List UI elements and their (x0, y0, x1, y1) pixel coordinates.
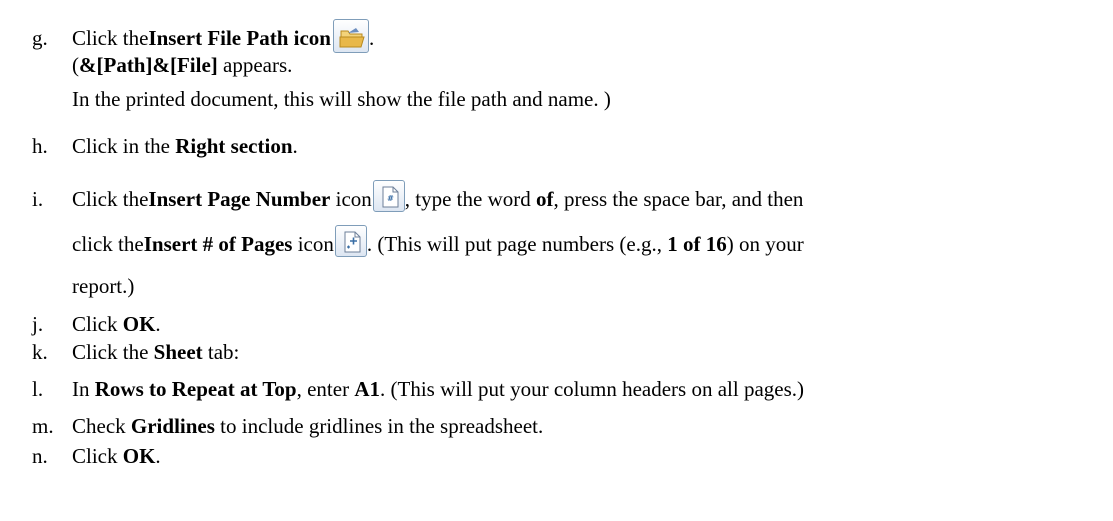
step-k-text: Click the Sheet tab: (72, 340, 240, 364)
step-h: h. Click in the Right section. (0, 134, 1113, 164)
step-l: l. In Rows to Repeat at Top, enter A1. (… (0, 377, 1113, 407)
step-g-line-3: In the printed document, this will show … (72, 87, 611, 111)
insert-file-path-icon (332, 19, 369, 53)
insert-page-number-icon: # (372, 180, 405, 212)
step-m: m. Check Gridlines to include gridlines … (0, 414, 1113, 444)
step-l-text: In Rows to Repeat at Top, enter A1. (Thi… (72, 377, 805, 401)
step-letter: i. (32, 187, 44, 211)
step-h-text: Click in the Right section. (72, 134, 298, 158)
step-letter: n. (32, 444, 48, 468)
step-i-line-3: report.) (72, 274, 135, 298)
step-letter: l. (32, 377, 44, 401)
step-g-line-2: (&[Path]&[File] appears. (72, 53, 293, 77)
step-i-line-1: Click the Insert Page Number icon # , ty… (72, 166, 803, 212)
step-g-line-1: Click the Insert File Path icon . (72, 8, 374, 53)
step-g: g. Click the Insert File Path icon . (&[… (0, 8, 1113, 118)
step-j: j. Click OK. (0, 312, 1113, 342)
step-letter: j. (32, 312, 44, 336)
step-m-text: Check Gridlines to include gridlines in … (72, 414, 544, 438)
step-i: i. Click the Insert Page Number icon # ,… (0, 162, 1113, 312)
step-j-text: Click OK. (72, 312, 161, 336)
step-i-line-2: click the Insert # of Pages icon . (This… (72, 215, 804, 257)
step-letter: k. (32, 340, 48, 364)
step-k: k. Click the Sheet tab: (0, 340, 1113, 370)
svg-text:#: # (387, 194, 394, 203)
step-n: n. Click OK. (0, 444, 1113, 474)
step-n-text: Click OK. (72, 444, 161, 468)
step-letter: h. (32, 134, 48, 158)
step-letter: g. (32, 26, 48, 50)
insert-number-of-pages-icon (334, 225, 367, 257)
step-letter: m. (32, 414, 54, 438)
